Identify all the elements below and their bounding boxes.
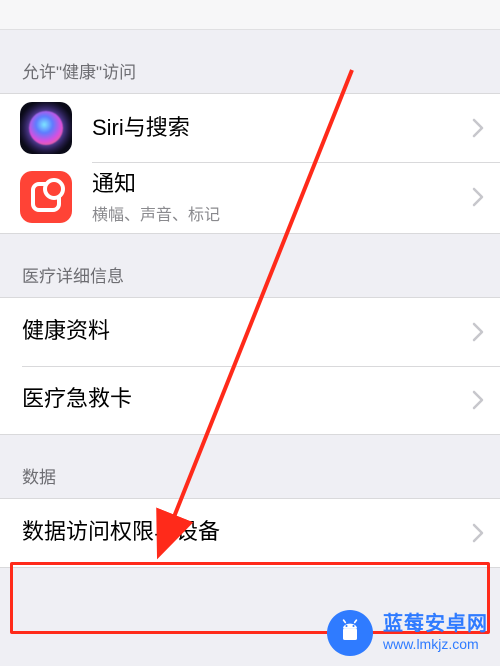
annotation-highlight-box (10, 562, 490, 634)
row-notifications[interactable]: 通知 横幅、声音、标记 (0, 162, 500, 233)
watermark: 蓝莓安卓网 www.lmkjz.com (327, 610, 488, 656)
row-siri-search[interactable]: Siri与搜索 (0, 94, 500, 162)
chevron-right-icon (472, 118, 484, 138)
siri-icon (20, 102, 72, 154)
watermark-title: 蓝莓安卓网 (383, 613, 488, 636)
row-health-profile[interactable]: 健康资料 (0, 298, 500, 366)
row-notifications-subtitle: 横幅、声音、标记 (92, 201, 464, 225)
row-siri-label: Siri与搜索 (92, 114, 464, 143)
status-bar (0, 0, 500, 30)
row-data-access-devices[interactable]: 数据访问权限与设备 (0, 499, 500, 567)
chevron-right-icon (472, 322, 484, 342)
group-allow-access: Siri与搜索 通知 横幅、声音、标记 (0, 93, 500, 234)
row-medical-id[interactable]: 医疗急救卡 (0, 366, 500, 434)
chevron-right-icon (472, 523, 484, 543)
chevron-right-icon (472, 187, 484, 207)
row-data-access-label: 数据访问权限与设备 (22, 518, 464, 547)
row-health-profile-label: 健康资料 (22, 317, 464, 346)
section-header-data: 数据 (0, 435, 500, 498)
row-notifications-label: 通知 (92, 170, 464, 199)
chevron-right-icon (472, 390, 484, 410)
section-header-medical: 医疗详细信息 (0, 234, 500, 297)
notifications-icon (20, 171, 72, 223)
group-medical: 健康资料 医疗急救卡 (0, 297, 500, 435)
group-data: 数据访问权限与设备 (0, 498, 500, 568)
watermark-url: www.lmkjz.com (383, 636, 488, 652)
section-header-allow-access: 允许"健康"访问 (0, 30, 500, 93)
row-medical-id-label: 医疗急救卡 (22, 385, 464, 414)
watermark-android-icon (327, 610, 373, 656)
